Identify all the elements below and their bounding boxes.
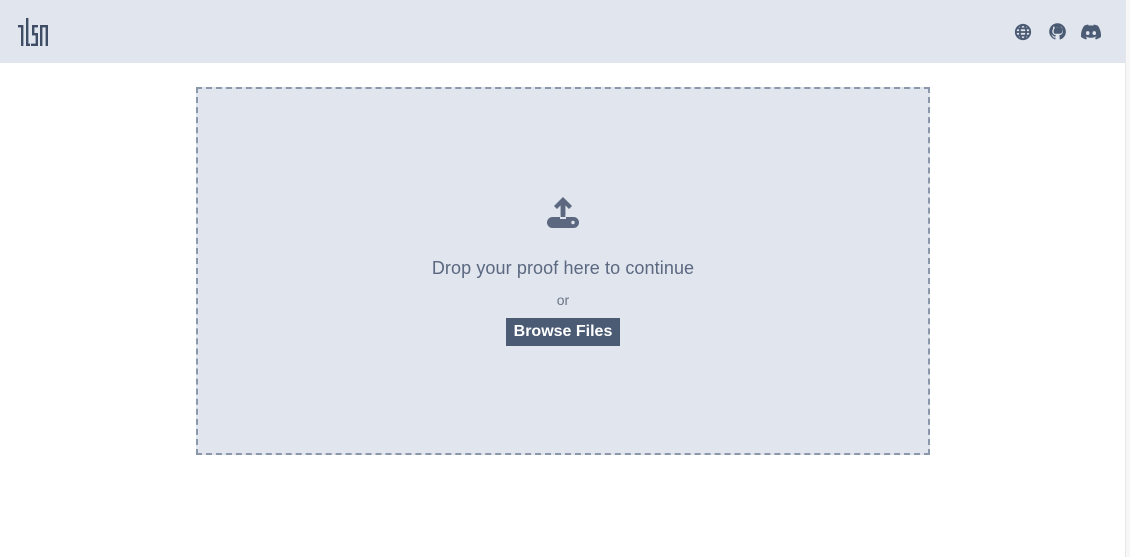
tlsn-logo-mark <box>18 17 48 46</box>
top-bar <box>0 0 1125 63</box>
page: Drop your proof here to continue or Brow… <box>0 0 1130 557</box>
header-icon-group <box>1013 22 1101 42</box>
scrollbar[interactable] <box>1125 0 1130 557</box>
globe-icon[interactable] <box>1013 22 1033 42</box>
tlsn-logo[interactable] <box>16 15 50 49</box>
github-icon[interactable] <box>1047 22 1067 42</box>
file-dropzone[interactable]: Drop your proof here to continue or Brow… <box>196 87 930 455</box>
browse-files-button[interactable]: Browse Files <box>505 318 621 346</box>
discord-icon[interactable] <box>1081 22 1101 42</box>
or-separator: or <box>556 292 570 308</box>
drop-instruction: Drop your proof here to continue <box>431 258 695 278</box>
upload-icon <box>546 195 580 231</box>
